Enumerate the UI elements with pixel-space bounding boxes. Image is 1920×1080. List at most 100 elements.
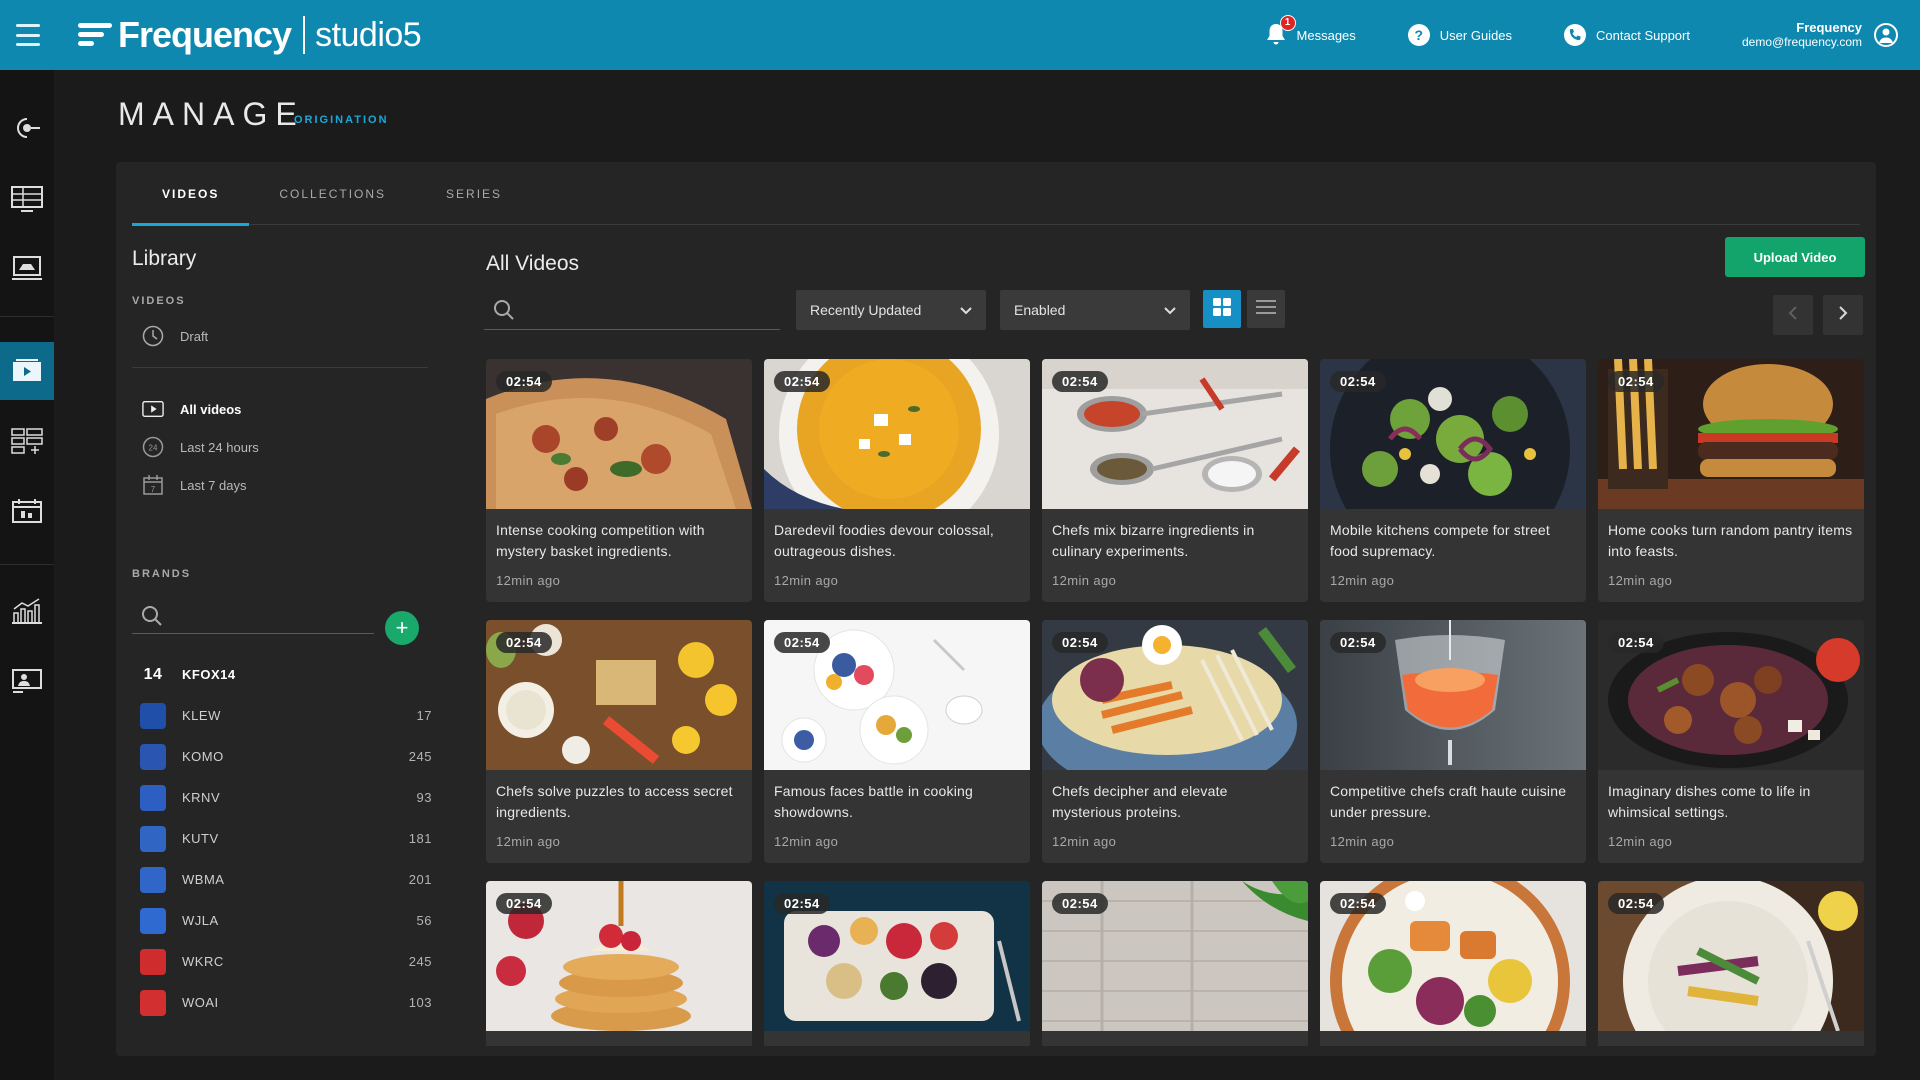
- grid-icon: [1212, 297, 1232, 322]
- list-view-button[interactable]: [1247, 290, 1285, 328]
- video-duration: 02:54: [1052, 893, 1108, 914]
- filter-last-7-days[interactable]: 7 Last 7 days: [132, 466, 432, 504]
- avatar-icon: [1874, 23, 1898, 47]
- contact-support-label: Contact Support: [1596, 27, 1690, 43]
- page-title: MANAGE: [118, 96, 305, 132]
- brand-logo[interactable]: Frequency studio5: [78, 10, 422, 60]
- nav-collections-icon[interactable]: [0, 412, 54, 470]
- filter-all-videos[interactable]: All videos: [132, 390, 432, 428]
- brand-name: WBMA: [182, 872, 225, 887]
- video-card[interactable]: 02:54: [1042, 881, 1308, 1046]
- brand-item-komo[interactable]: KOMO 245: [132, 736, 432, 777]
- add-brand-button[interactable]: +: [385, 611, 419, 645]
- top-bar: Frequency studio5 1 Messages ? User Guid…: [0, 0, 1920, 70]
- nav-live-icon[interactable]: [0, 99, 54, 157]
- filter-draft[interactable]: Draft: [132, 317, 432, 355]
- brand-search-input[interactable]: [168, 604, 368, 628]
- search-icon: [140, 604, 164, 633]
- nav-divider: [0, 316, 54, 317]
- video-updated-time: 12min ago: [774, 573, 839, 588]
- brand-item-wbma[interactable]: WBMA 201: [132, 859, 432, 900]
- video-title: Daredevil foodies devour colossal, outra…: [774, 522, 995, 559]
- video-duration: 02:54: [496, 893, 552, 914]
- brand-item-kutv[interactable]: KUTV 181: [132, 818, 432, 859]
- video-duration: 02:54: [1608, 893, 1664, 914]
- video-updated-time: 12min ago: [774, 834, 839, 849]
- left-nav: [0, 70, 54, 1080]
- video-title: Chefs mix bizarre ingredients in culinar…: [1052, 522, 1255, 559]
- brand-item-krnv[interactable]: KRNV 93: [132, 777, 432, 818]
- tab-videos[interactable]: VIDEOS: [132, 162, 250, 226]
- nav-users-icon[interactable]: [0, 652, 54, 710]
- brand-product: studio5: [315, 15, 422, 54]
- chevron-down-icon: [960, 302, 972, 318]
- grid-view-button[interactable]: [1203, 290, 1241, 328]
- filter-draft-label: Draft: [180, 328, 209, 344]
- nav-manage-icon[interactable]: [0, 342, 54, 400]
- video-card[interactable]: 02:54 Chefs mix bizarre ingredients in cu…: [1042, 359, 1308, 602]
- video-card[interactable]: 02:54 Daredevil foodies devour colossal, …: [764, 359, 1030, 602]
- brand-item-kfox14[interactable]: 14 KFOX14: [132, 654, 432, 695]
- brand-item-wjla[interactable]: WJLA 56: [132, 900, 432, 941]
- video-card[interactable]: 02:54 Intense cooking competition with my…: [486, 359, 752, 602]
- video-card[interactable]: 02:54 Home cooks turn random pantry items…: [1598, 359, 1864, 602]
- tab-bar: VIDEOS COLLECTIONS SERIES: [132, 162, 1860, 226]
- video-card[interactable]: 02:54: [764, 881, 1030, 1046]
- brand-count: 17: [416, 708, 432, 723]
- video-duration: 02:54: [1608, 632, 1664, 653]
- brands-section-label: BRANDS: [132, 568, 192, 580]
- filter-last-7-label: Last 7 days: [180, 477, 247, 493]
- brand-name: Frequency: [118, 14, 292, 55]
- video-card[interactable]: 02:54 Chefs decipher and elevate mysterio…: [1042, 620, 1308, 863]
- status-select-value: Enabled: [1014, 302, 1066, 318]
- nav-schedule-icon[interactable]: [0, 170, 54, 228]
- nav-analytics-icon[interactable]: [0, 582, 54, 640]
- tab-collections[interactable]: COLLECTIONS: [249, 162, 416, 225]
- nav-playout-icon[interactable]: [0, 240, 54, 298]
- brand-item-wkrc[interactable]: WKRC 245: [132, 941, 432, 982]
- video-duration: 02:54: [774, 632, 830, 653]
- video-card[interactable]: 02:54: [1320, 881, 1586, 1046]
- brand-name: KUTV: [182, 831, 219, 846]
- filter-last-24-hours[interactable]: 24 Last 24 hours: [132, 428, 432, 466]
- user-name: Frequency: [1796, 20, 1862, 35]
- messages-badge: 1: [1279, 14, 1296, 31]
- video-card[interactable]: 02:54 Competitive chefs craft haute cuisi…: [1320, 620, 1586, 863]
- video-title: Chefs solve puzzles to access secret ing…: [496, 783, 733, 820]
- brand-item-woai[interactable]: WOAI 103: [132, 982, 432, 1023]
- search-icon: [492, 298, 516, 327]
- user-menu[interactable]: Frequency demo@frequency.com: [1742, 20, 1898, 50]
- svg-text:24: 24: [149, 444, 158, 453]
- phone-icon: [1564, 24, 1587, 46]
- upload-video-button[interactable]: Upload Video: [1725, 237, 1865, 277]
- nav-calendar-icon[interactable]: [0, 482, 54, 540]
- video-title: Competitive chefs craft haute cuisine un…: [1330, 783, 1567, 820]
- tab-series[interactable]: SERIES: [416, 162, 532, 225]
- status-select[interactable]: Enabled: [1000, 290, 1190, 330]
- calendar-7-icon: 7: [142, 474, 164, 496]
- brand-name: KRNV: [182, 790, 221, 805]
- sort-select[interactable]: Recently Updated: [796, 290, 986, 330]
- video-card[interactable]: 02:54 Imaginary dishes come to life in wh…: [1598, 620, 1864, 863]
- video-card[interactable]: 02:54: [1598, 881, 1864, 1046]
- brand-logo-icon: [140, 866, 166, 893]
- contact-support-button[interactable]: Contact Support: [1564, 24, 1690, 46]
- video-card[interactable]: 02:54: [486, 881, 752, 1046]
- brand-logo-icon: [140, 743, 166, 770]
- video-search-input[interactable]: [524, 298, 774, 322]
- previous-page-button[interactable]: [1773, 295, 1813, 335]
- user-guides-button[interactable]: ? User Guides: [1407, 24, 1512, 46]
- plus-icon: +: [395, 615, 409, 640]
- video-card[interactable]: 02:54 Chefs solve puzzles to access secre…: [486, 620, 752, 863]
- help-icon: ?: [1407, 24, 1430, 46]
- video-card[interactable]: 02:54 Mobile kitchens compete for street …: [1320, 359, 1586, 602]
- top-actions: 1 Messages ? User Guides Contact Support…: [1265, 0, 1920, 70]
- list-icon: [1255, 299, 1277, 320]
- video-updated-time: 12min ago: [1052, 573, 1117, 588]
- video-card[interactable]: 02:54 Famous faces battle in cooking show…: [764, 620, 1030, 863]
- messages-button[interactable]: 1 Messages: [1265, 14, 1356, 49]
- brand-item-klew[interactable]: KLEW 17: [132, 695, 432, 736]
- next-page-button[interactable]: [1823, 295, 1863, 335]
- menu-icon[interactable]: [16, 24, 40, 46]
- brand-name: KOMO: [182, 749, 224, 764]
